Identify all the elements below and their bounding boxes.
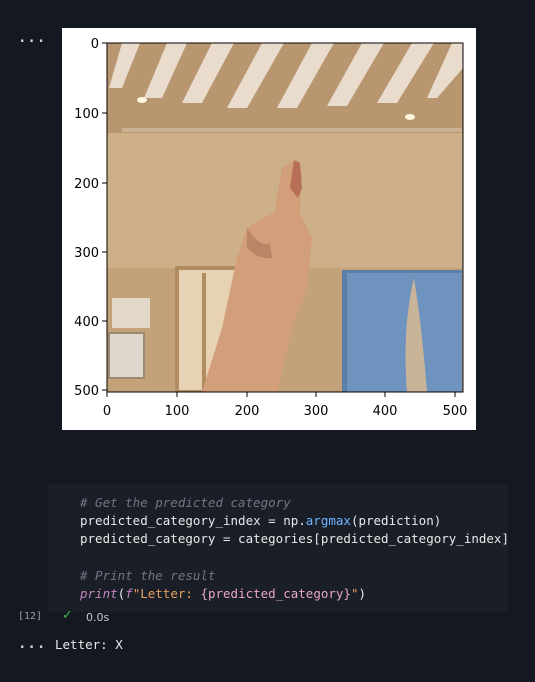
x-tick-label: 400 — [373, 404, 398, 419]
check-icon: ✓ — [62, 608, 73, 623]
code-comment: # Print the result — [80, 568, 216, 583]
y-tick-label: 500 — [74, 384, 99, 399]
y-tick-label: 100 — [74, 107, 99, 122]
paren-close: ) — [358, 586, 367, 601]
string-literal: "Letter: — [132, 586, 201, 601]
index-expression: categories[predicted_category_index] — [238, 531, 509, 546]
function-args: (prediction) — [350, 513, 442, 528]
variable-name: predicted_category — [80, 531, 216, 546]
hand-sign-photo — [107, 43, 463, 392]
output-text: Letter: X — [55, 637, 123, 652]
code-line-category: predicted_category = categories[predicte… — [80, 531, 509, 546]
execution-time: 0.0s — [86, 611, 110, 624]
output-menu-button[interactable]: ... — [18, 30, 46, 46]
variable-name: predicted_category_index — [80, 513, 261, 528]
code-line-print: print(f"Letter: {predicted_category}") — [80, 586, 366, 601]
x-tick-label: 0 — [103, 404, 111, 419]
code-line-argmax: predicted_category_index = np.argmax(pre… — [80, 513, 441, 528]
assign-operator: = — [215, 531, 239, 546]
execution-count: [12] — [18, 611, 43, 622]
plot-svg: 0 100 200 300 400 500 0 100 200 300 400 … — [74, 37, 468, 419]
function-name: print — [80, 586, 118, 601]
fstring-variable: {predicted_category} — [200, 586, 351, 601]
y-tick-label: 400 — [74, 315, 99, 330]
code-comment: # Get the predicted category — [80, 495, 291, 510]
assign-operator: = — [260, 513, 284, 528]
y-axis: 0 100 200 300 400 500 — [74, 37, 107, 399]
x-axis: 0 100 200 300 400 500 — [103, 392, 468, 419]
x-tick-label: 100 — [165, 404, 190, 419]
x-tick-label: 500 — [443, 404, 468, 419]
output-menu-button[interactable]: ... — [18, 636, 46, 652]
x-tick-label: 200 — [235, 404, 260, 419]
y-tick-label: 200 — [74, 177, 99, 192]
function-name: argmax — [305, 513, 351, 528]
image-plot: 0 100 200 300 400 500 0 100 200 300 400 … — [62, 28, 476, 430]
y-tick-label: 0 — [91, 37, 99, 52]
y-tick-label: 300 — [74, 246, 99, 261]
x-tick-label: 300 — [304, 404, 329, 419]
fstring-prefix: f — [125, 586, 133, 601]
module-name: np. — [283, 513, 306, 528]
